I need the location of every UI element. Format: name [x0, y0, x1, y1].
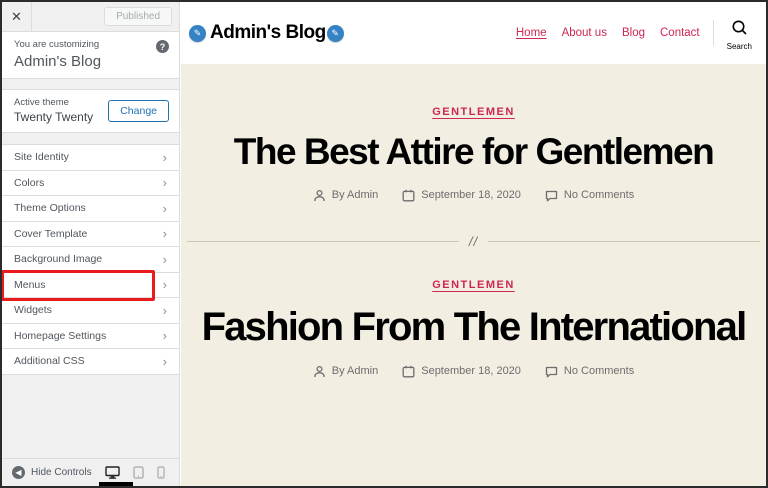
- chevron-right-icon: ›: [162, 302, 167, 318]
- sidebar-item-menus[interactable]: Menus ›: [2, 272, 179, 298]
- hide-controls-label[interactable]: Hide Controls: [31, 467, 92, 478]
- search-toggle[interactable]: Search: [727, 19, 752, 51]
- comments-icon: [545, 189, 558, 202]
- nav-link-contact[interactable]: Contact: [660, 27, 700, 39]
- section-label: Widgets: [14, 304, 52, 317]
- section-label: Background Image: [14, 253, 103, 266]
- calendar-icon: [402, 189, 415, 202]
- active-theme-label: Active theme: [14, 97, 69, 108]
- chevron-right-icon: ›: [162, 149, 167, 165]
- customizer-sidebar: ✕ Published You are customizing Admin's …: [2, 2, 180, 486]
- post-title-link[interactable]: The Best Attire for Gentlemen: [181, 131, 766, 173]
- calendar-icon: [402, 365, 415, 378]
- author-icon: [313, 365, 326, 378]
- site-preview: ✎ Admin's Blog ✎ Home About us Blog Cont…: [181, 2, 766, 486]
- edit-site-title-icon[interactable]: ✎: [189, 24, 206, 42]
- author-icon: [313, 189, 326, 202]
- sidebar-item-site-identity[interactable]: Site Identity ›: [2, 145, 179, 171]
- section-label: Site Identity: [14, 151, 69, 164]
- section-label: Homepage Settings: [14, 329, 107, 342]
- post-comments-link[interactable]: No Comments: [545, 365, 634, 378]
- help-icon[interactable]: ?: [156, 40, 169, 53]
- mobile-preview-icon[interactable]: [157, 466, 165, 479]
- separator-line: [488, 240, 761, 242]
- category-link[interactable]: GENTLEMEN: [432, 279, 515, 291]
- posts-feed: GENTLEMEN The Best Attire for Gentlemen …: [181, 64, 766, 486]
- chevron-right-icon: ›: [162, 328, 167, 344]
- customizer-section-list: Site Identity › Colors › Theme Options ›…: [2, 144, 179, 375]
- category-link[interactable]: GENTLEMEN: [432, 106, 515, 118]
- sidebar-item-widgets[interactable]: Widgets ›: [2, 298, 179, 324]
- edit-tagline-icon[interactable]: ✎: [326, 24, 344, 42]
- header-divider: [712, 20, 714, 46]
- section-label: Additional CSS: [14, 355, 85, 368]
- preview-site-title[interactable]: Admin's Blog: [210, 22, 326, 44]
- desktop-preview-icon[interactable]: [105, 466, 120, 479]
- chevron-right-icon: ›: [162, 175, 167, 191]
- chevron-right-icon: ›: [162, 353, 167, 369]
- post-meta: By Admin September 18, 2020 No Comments: [181, 365, 766, 378]
- post-date-link[interactable]: September 18, 2020: [402, 365, 521, 378]
- chevron-right-icon: ›: [162, 277, 167, 293]
- date-label: September 18, 2020: [421, 365, 521, 378]
- sidebar-item-theme-options[interactable]: Theme Options ›: [2, 196, 179, 222]
- section-label: Theme Options: [14, 202, 86, 215]
- date-label: September 18, 2020: [421, 189, 521, 202]
- change-theme-button[interactable]: Change: [108, 99, 169, 122]
- comments-icon: [545, 365, 558, 378]
- comments-label: No Comments: [563, 365, 635, 378]
- chevron-right-icon: ›: [162, 200, 167, 216]
- sidebar-item-cover-template[interactable]: Cover Template ›: [2, 221, 179, 247]
- sidebar-item-background-image[interactable]: Background Image ›: [2, 247, 179, 273]
- section-label: Menus: [14, 278, 46, 291]
- section-label: Cover Template: [14, 227, 88, 240]
- active-theme-panel: Active theme Twenty Twenty Change: [2, 89, 179, 133]
- primary-nav: Home About us Blog Contact: [516, 27, 700, 39]
- separator-glyph: //: [468, 233, 479, 249]
- search-icon: [731, 19, 748, 41]
- collapse-arrow-icon[interactable]: ◀: [12, 466, 25, 479]
- post-separator: //: [187, 233, 761, 249]
- active-device-indicator: [99, 482, 133, 486]
- active-theme-name: Twenty Twenty: [14, 110, 94, 124]
- sidebar-item-colors[interactable]: Colors ›: [2, 170, 179, 196]
- sidebar-item-additional-css[interactable]: Additional CSS ›: [2, 349, 179, 375]
- post-author-link[interactable]: By Admin: [313, 365, 378, 378]
- section-label: Colors: [14, 176, 45, 189]
- nav-link-about-us[interactable]: About us: [562, 27, 607, 39]
- sidebar-item-homepage-settings[interactable]: Homepage Settings ›: [2, 323, 179, 349]
- post-author-link[interactable]: By Admin: [313, 189, 378, 202]
- separator-line: [187, 240, 459, 242]
- customizer-footer: ◀ Hide Controls: [2, 458, 179, 486]
- post-card: GENTLEMEN The Best Attire for Gentlemen …: [181, 102, 766, 202]
- chevron-right-icon: ›: [162, 226, 167, 242]
- post-comments-link[interactable]: No Comments: [545, 189, 634, 202]
- device-preview-switcher: [105, 466, 169, 479]
- customizing-site-title: Admin's Blog: [14, 53, 102, 70]
- search-label: Search: [726, 42, 752, 51]
- author-label: By Admin: [331, 365, 379, 378]
- comments-label: No Comments: [563, 189, 635, 202]
- post-card: GENTLEMEN Fashion From The International…: [181, 275, 766, 378]
- customizer-topbar: ✕ Published: [2, 2, 179, 32]
- customizing-kicker: You are customizing: [14, 39, 100, 50]
- close-customizer-button[interactable]: ✕: [2, 2, 32, 31]
- site-header: ✎ Admin's Blog ✎ Home About us Blog Cont…: [181, 2, 766, 64]
- published-button[interactable]: Published: [104, 7, 172, 26]
- customizer-screen: ✕ Published You are customizing Admin's …: [0, 0, 768, 488]
- author-label: By Admin: [331, 189, 379, 202]
- post-date-link[interactable]: September 18, 2020: [402, 189, 521, 202]
- tablet-preview-icon[interactable]: [133, 466, 144, 479]
- post-title-link[interactable]: Fashion From The International: [181, 305, 766, 349]
- nav-link-home[interactable]: Home: [516, 27, 547, 39]
- customizing-panel: You are customizing Admin's Blog ?: [2, 32, 179, 79]
- chevron-right-icon: ›: [162, 251, 167, 267]
- nav-link-blog[interactable]: Blog: [622, 27, 645, 39]
- post-meta: By Admin September 18, 2020 No Comments: [181, 189, 766, 202]
